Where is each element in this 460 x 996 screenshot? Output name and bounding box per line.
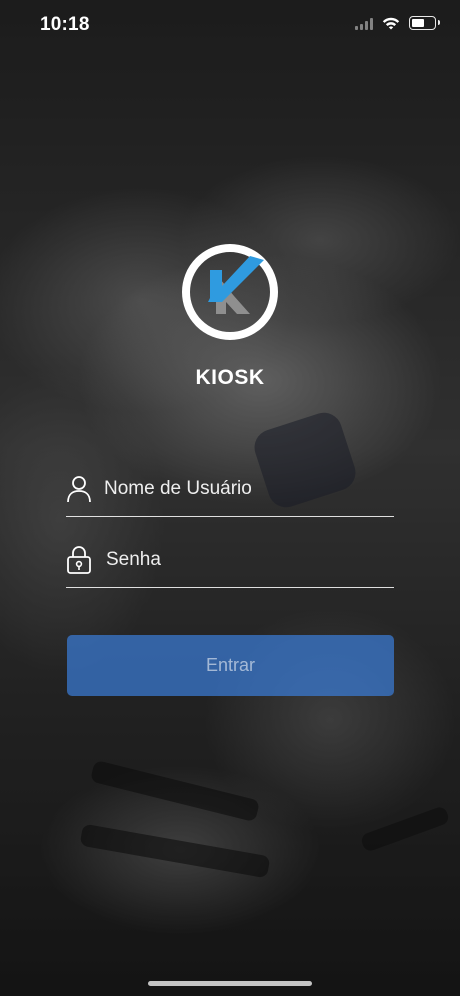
- status-icons: [355, 15, 440, 31]
- home-indicator: [148, 981, 312, 986]
- password-field[interactable]: [66, 535, 394, 588]
- app-name: KIOSK: [195, 366, 265, 389]
- password-input[interactable]: [106, 543, 390, 577]
- user-icon: [67, 476, 91, 503]
- kiosk-logo-icon: [182, 244, 278, 340]
- battery-icon: [409, 16, 440, 30]
- username-input[interactable]: [104, 472, 388, 506]
- status-bar: 10:18: [0, 0, 460, 50]
- login-button[interactable]: Entrar: [67, 635, 394, 696]
- wifi-icon: [382, 17, 400, 30]
- status-time: 10:18: [40, 14, 90, 35]
- lock-icon: [67, 546, 91, 574]
- username-field[interactable]: [66, 464, 394, 517]
- login-screen: 10:18 KIOSK Nome de Usuário Entrar: [0, 0, 460, 996]
- cellular-signal-icon: [355, 16, 373, 30]
